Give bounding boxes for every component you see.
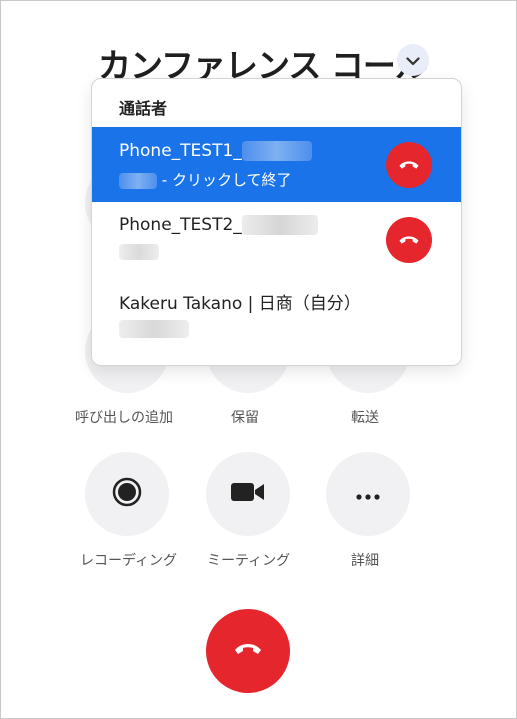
call-window: カンファレンス コール 呼び出しの追加 保留 転送 レコーディング ミーティング… — [0, 0, 517, 719]
redacted-number — [241, 215, 318, 235]
hangup-participant-button[interactable] — [386, 142, 432, 188]
more-label: 詳細 — [351, 553, 379, 569]
participant-row: Kakeru Takano | 日商（自分） — [92, 277, 461, 363]
participant-name: Kakeru Takano | 日商（自分） — [119, 294, 361, 314]
meeting-label: ミーティング — [207, 553, 291, 569]
meeting-button[interactable] — [206, 452, 290, 536]
participant-name: Phone_TEST1_ — [119, 141, 242, 161]
participant-name: Phone_TEST2_ — [119, 215, 242, 235]
transfer-label: 転送 — [351, 410, 379, 426]
hangup-participant-button[interactable] — [386, 217, 432, 263]
redacted-number — [119, 172, 157, 189]
participant-hint: - クリックして終了 — [161, 171, 292, 189]
end-call-button[interactable] — [206, 609, 290, 693]
participants-panel: 通話者 Phone_TEST1_ - クリックして終了 Phone_TEST2_ — [91, 78, 462, 366]
phone-hangup-icon — [398, 231, 420, 250]
add-call-label: 呼び出しの追加 — [75, 410, 173, 426]
redacted-number — [119, 319, 189, 338]
phone-hangup-icon — [233, 641, 263, 661]
participant-row[interactable]: Phone_TEST2_ — [92, 202, 461, 277]
more-icon — [356, 485, 380, 504]
participants-toggle-button[interactable] — [397, 44, 429, 76]
record-icon — [112, 477, 142, 511]
redacted-number — [241, 141, 312, 161]
record-label: レコーディング — [80, 553, 178, 569]
phone-hangup-icon — [398, 156, 420, 175]
more-button[interactable] — [326, 452, 410, 536]
hold-label: 保留 — [231, 410, 259, 426]
participant-row[interactable]: Phone_TEST1_ - クリックして終了 — [92, 127, 461, 202]
redacted-number — [119, 243, 159, 260]
participants-header: 通話者 — [119, 99, 168, 118]
chevron-down-icon — [406, 51, 420, 70]
video-camera-icon — [230, 481, 266, 507]
record-button[interactable] — [85, 452, 169, 536]
